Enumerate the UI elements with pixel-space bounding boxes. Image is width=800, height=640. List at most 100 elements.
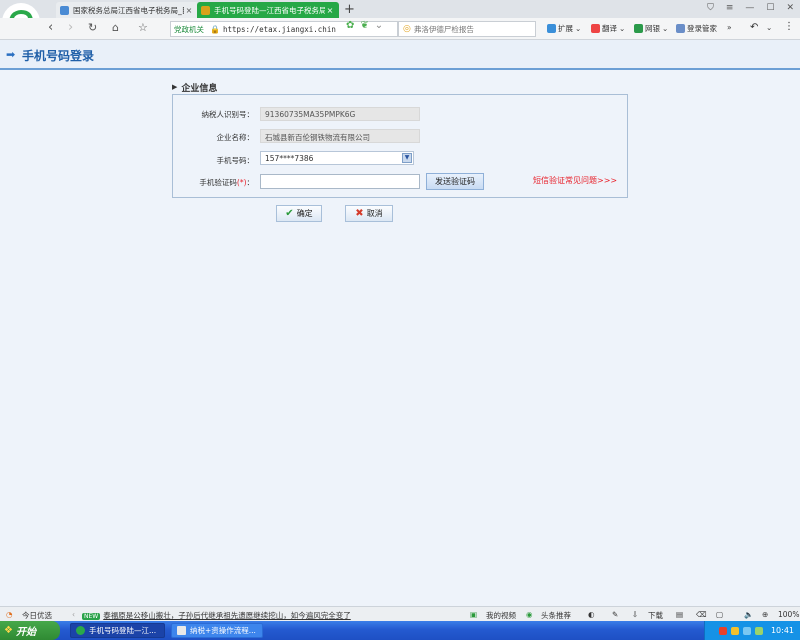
tab-phone-login[interactable]: 手机号码登陆—江西省电子税务局 ×	[197, 2, 339, 18]
phone-select-value: 157****7386	[265, 154, 314, 163]
page-header: ➡ 手机号码登录	[0, 40, 800, 70]
video-icon: ▣	[470, 610, 478, 619]
company-name-label: 企业名称：	[216, 133, 255, 142]
update-tray-icon[interactable]	[754, 626, 763, 635]
lock-icon: 🔒	[210, 24, 220, 34]
browser-app-icon	[76, 626, 85, 635]
send-code-button[interactable]: 发送验证码	[426, 173, 484, 190]
dropdown-icon[interactable]: ⌄	[375, 20, 383, 31]
headline-link[interactable]: 头条推荐	[541, 610, 571, 621]
taskbar-item-browser[interactable]: 手机号码登陆—江...	[70, 623, 165, 638]
login-manager-button[interactable]: 登录管家	[676, 23, 717, 34]
translate-button[interactable]: 翻译 ⌄	[591, 23, 625, 34]
speed-icon[interactable]: ✿	[346, 20, 354, 31]
extensions-button[interactable]: 扩展 ⌄	[547, 23, 581, 34]
extensions-icon	[547, 24, 556, 33]
page-title: 手机号码登录	[22, 49, 95, 63]
phone-select[interactable]: 157****7386 ▼	[260, 151, 414, 165]
translate-icon	[591, 24, 600, 33]
download-icon[interactable]: ⇩	[632, 610, 638, 619]
government-badge: 党政机关	[174, 24, 204, 34]
network-tray-icon[interactable]	[730, 626, 739, 635]
new-badge: NEW	[82, 613, 101, 620]
search-engine-icon: ◎	[403, 24, 411, 34]
sms-faq-link[interactable]: 短信验证常见问题>>>	[533, 175, 617, 186]
tab-title: 国家税务总局江西省电子税务局_目	[73, 5, 184, 15]
browser-tab-bar: 国家税务总局江西省电子税务局_目 × 手机号码登陆—江西省电子税务局 × + ⛉…	[0, 0, 800, 18]
screenshot-icon[interactable]: ▤	[676, 610, 683, 619]
cleanup-icon[interactable]: ⌫	[696, 610, 707, 619]
forward-icon[interactable]: ›	[68, 20, 73, 35]
confirm-button[interactable]: ✔ 确定	[276, 205, 322, 222]
taxpayer-id-label: 纳税人识别号：	[201, 110, 255, 119]
company-name-field: 石城县新百伦钢铁物流有限公司	[260, 129, 420, 143]
url-text[interactable]: https://etax.jiangxi.chin	[223, 25, 336, 34]
browser-menu-icon[interactable]: ⋮	[784, 21, 794, 32]
more-tools-button[interactable]: »	[727, 23, 732, 32]
chevron-down-icon[interactable]: ▼	[402, 153, 412, 163]
clock: 10:41	[770, 626, 794, 635]
tab-etax-home[interactable]: 国家税务总局江西省电子税务局_目 ×	[56, 2, 198, 18]
browser-status-bar: ◔ 今日优选 ‹ NEW 泰福原是公移山搬壮，子孙后代继承祖先遗愿继续挖山，如今遍…	[0, 606, 800, 621]
triangle-right-icon: ▶	[172, 83, 178, 91]
required-marker: (*)	[236, 178, 247, 187]
menu-icon[interactable]: ≡	[726, 3, 734, 13]
cancel-button[interactable]: ✖ 取消	[345, 205, 393, 222]
my-video-link[interactable]: 我的视频	[486, 610, 516, 621]
arrow-right-icon: ➡	[6, 48, 16, 61]
back-icon[interactable]: ‹	[48, 20, 53, 35]
close-window-icon[interactable]: ✕	[786, 3, 794, 13]
sms-code-input[interactable]	[260, 174, 420, 189]
minimize-icon[interactable]: —	[745, 3, 754, 13]
checkmark-icon: ✔	[285, 208, 294, 219]
window-controls: ⛉ ≡ — ☐ ✕	[707, 3, 794, 13]
maximize-icon[interactable]: ☐	[766, 3, 774, 13]
document-app-icon	[177, 626, 186, 635]
shield-icon	[634, 24, 643, 33]
refresh-icon[interactable]: ↻	[88, 21, 97, 34]
tax-favicon-icon	[60, 5, 69, 15]
address-tail-icons: ✿ ❦ ⌄	[346, 20, 383, 31]
close-tab-icon[interactable]: ×	[325, 6, 335, 15]
news-ticker[interactable]: NEW 泰福原是公移山搬壮，子孙后代继承祖先遗愿继续挖山，如今遍风完全变了	[82, 610, 351, 621]
new-tab-icon[interactable]: +	[344, 2, 355, 17]
phone-label: 手机号码：	[216, 156, 255, 165]
windows-flag-icon: ❖	[4, 625, 13, 636]
window-icon[interactable]: ▢	[716, 610, 723, 619]
sms-code-label: 手机验证码(*)：	[199, 178, 254, 187]
favorite-star-icon[interactable]: ☆	[138, 21, 148, 34]
sound-icon[interactable]: 🔈	[744, 610, 753, 619]
close-tab-icon[interactable]: ×	[184, 6, 194, 15]
undo-dropdown-icon[interactable]: ⌄	[766, 23, 772, 32]
netbank-button[interactable]: 网银 ⌄	[634, 23, 668, 34]
search-input[interactable]	[413, 24, 531, 34]
taxpayer-id-field: 91360735MA35PMPK6G	[260, 107, 420, 121]
start-button[interactable]: ❖ 开始	[0, 621, 60, 640]
zoom-icon[interactable]: ⊕	[762, 610, 768, 619]
emblem-favicon-icon	[201, 5, 210, 15]
headline-icon: ◉	[526, 610, 533, 619]
security-tray-icon[interactable]	[718, 626, 727, 635]
key-icon	[676, 24, 685, 33]
zoom-level[interactable]: 100%	[778, 610, 799, 619]
tab-title: 手机号码登陆—江西省电子税务局	[214, 5, 325, 15]
shirt-skin-icon[interactable]: ⛉	[707, 3, 714, 13]
download-link[interactable]: 下载	[648, 610, 663, 621]
tools-icon[interactable]: ✎	[612, 610, 618, 619]
taskbar-item-document[interactable]: 纳税+资操作流程...	[171, 623, 263, 638]
leaf-icon[interactable]: ❦	[360, 20, 368, 31]
section-header: ▶ 企业信息	[172, 80, 628, 94]
windows-taskbar: ❖ 开始 手机号码登陆—江... 纳税+资操作流程... 10:41	[0, 621, 800, 640]
today-picks-link[interactable]: 今日优选	[22, 610, 52, 621]
today-icon: ◔	[6, 610, 13, 619]
search-box[interactable]: ◎	[398, 21, 536, 37]
accelerate-icon[interactable]: ◐	[588, 610, 595, 619]
system-tray: 10:41	[704, 621, 800, 640]
browser-toolbar: ‹ › ↻ ⌂ ☆ 党政机关 🔒 https://etax.jiangxi.ch…	[0, 18, 800, 40]
undo-icon[interactable]: ↶	[750, 22, 758, 33]
ticker-prev-icon[interactable]: ‹	[72, 610, 75, 619]
home-icon[interactable]: ⌂	[112, 21, 119, 34]
cross-icon: ✖	[355, 208, 364, 219]
section-title: 企业信息	[181, 83, 218, 94]
volume-tray-icon[interactable]	[742, 626, 751, 635]
